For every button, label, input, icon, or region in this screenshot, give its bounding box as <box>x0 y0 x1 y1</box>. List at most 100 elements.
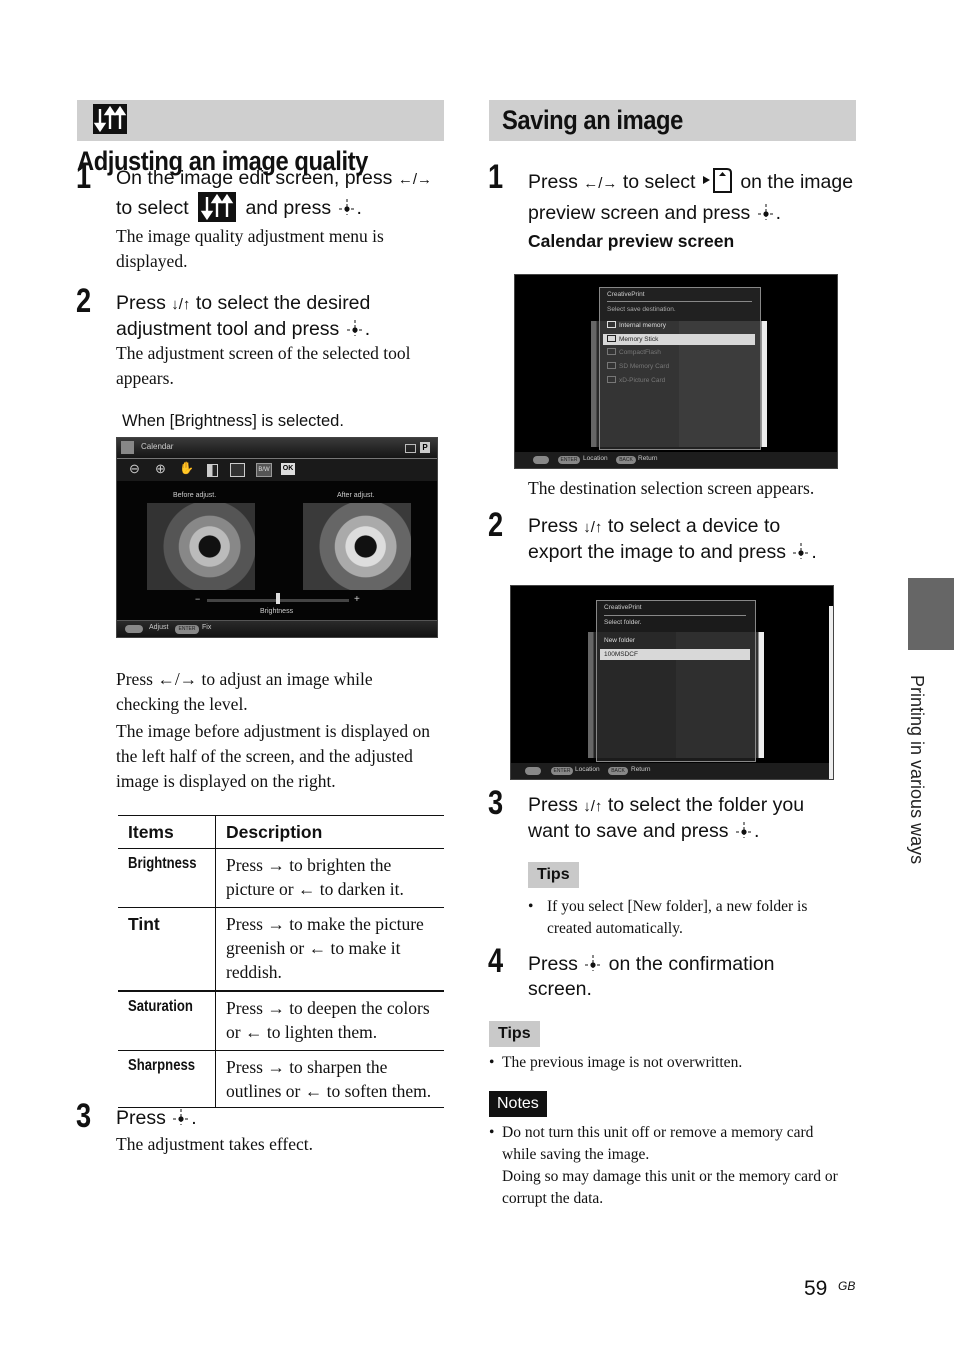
dialog-divider <box>604 615 746 616</box>
adjust-explanation: The image before adjustment is displayed… <box>116 721 430 791</box>
table-cell-item: Sharpness <box>118 1050 216 1108</box>
quality-icon[interactable] <box>230 463 245 477</box>
save-to-card-icon <box>701 166 735 201</box>
step-instruction: Press . <box>116 1106 197 1131</box>
footer-location: Location <box>583 455 608 462</box>
back-key-badge: BACK <box>616 456 636 464</box>
storage-icon <box>607 348 616 356</box>
footer-location: Location <box>575 766 600 773</box>
table-row: Tint Press → to make the picture greenis… <box>118 907 444 991</box>
tip-text: The previous image is not overwritten. <box>502 1054 743 1071</box>
table-row: Sharpness Press → to sharpen the outline… <box>118 1050 444 1108</box>
section-title: Saving an image <box>502 105 683 135</box>
tips-badge: Tips <box>489 1021 540 1047</box>
brightness-slider-handle[interactable] <box>276 593 280 604</box>
image-quality-icon <box>93 103 127 134</box>
instr-text: Press <box>116 292 172 314</box>
down-up-arrow-icon: ↓/↑ <box>171 296 191 313</box>
bw-icon[interactable]: B/W <box>256 463 272 477</box>
dialog-option[interactable]: 100MSDCF <box>600 649 750 660</box>
enter-button-icon <box>345 318 365 338</box>
option-label: CompactFlash <box>619 349 661 357</box>
adjustment-items-table: Items Description Brightness Press → to … <box>118 815 444 1108</box>
adjust-instruction: Press ←/→ to adjust an image while check… <box>116 669 373 714</box>
dialog-option[interactable]: Internal memory <box>603 320 755 331</box>
footer-return: Return <box>631 766 651 773</box>
screen-caption: When [Brightness] is selected. <box>122 412 344 430</box>
table-row: Brightness Press → to brighten the pictu… <box>118 848 444 908</box>
instr-text: Press <box>528 515 584 537</box>
instr-text: Press <box>528 953 584 975</box>
dialog-prompt: Select folder. <box>604 619 642 626</box>
enter-button-icon <box>583 953 603 973</box>
dialog-option[interactable]: Memory Stick <box>603 333 755 345</box>
image-quality-icon <box>198 192 237 222</box>
up-down-key-icon <box>533 456 549 464</box>
enter-key-badge: ENTER <box>551 767 573 775</box>
before-label: Before adjust. <box>173 492 217 499</box>
tip-bullet: • The previous image is not overwritten. <box>489 1052 849 1074</box>
step-instruction: On the image edit screen, press ←/→ to s… <box>116 166 456 222</box>
instr-text: Press <box>528 794 584 816</box>
enter-button-icon <box>791 541 811 561</box>
instr-text: to select the desired <box>190 292 371 314</box>
down-up-arrow-icon: ↓/↑ <box>583 519 603 536</box>
section-header-saving: Saving an image <box>489 100 856 141</box>
step-instruction: Press ↓/↑ to select a device to export t… <box>528 514 868 565</box>
option-label: Memory Stick <box>619 335 659 343</box>
instr-text: adjustment tool and press <box>116 318 345 340</box>
footer-fix: Fix <box>202 624 212 631</box>
screen-footer: ENTER Location BACK Return <box>511 763 829 779</box>
calendar-thumb-icon <box>121 441 134 454</box>
instr-text: Press <box>528 171 584 193</box>
option-label: SD Memory Card <box>619 363 670 371</box>
rotate-icon[interactable] <box>207 464 218 477</box>
step-description: The adjustment takes effect. <box>116 1134 313 1154</box>
enter-button-icon <box>171 1107 191 1127</box>
dialog-title: CreativePrint <box>604 604 642 611</box>
chapter-tab <box>908 578 954 650</box>
tip-text: If you select [New folder], a new folder… <box>547 898 808 937</box>
zoom-in-icon[interactable]: ⊕ <box>155 461 166 477</box>
instr-text: . <box>356 197 362 219</box>
footer-adjust: Adjust <box>149 624 169 631</box>
zoom-out-icon[interactable]: ⊖ <box>129 461 140 477</box>
instr-text: preview screen and press <box>528 202 756 224</box>
table-cell-desc: Press → to sharpen the outlines or ← to … <box>226 1057 432 1101</box>
dialog-prompt: Select save destination. <box>607 306 676 313</box>
enter-key-badge: ENTER <box>175 625 199 634</box>
dialog-option[interactable]: CompactFlash <box>603 347 755 358</box>
dialog-option[interactable]: New folder <box>600 635 750 646</box>
dialog-title: CreativePrint <box>607 291 645 298</box>
instr-text: . <box>191 1107 197 1129</box>
table-cell-desc: Press → to make the picture greenish or … <box>226 914 424 982</box>
down-up-arrow-icon: ↓/↑ <box>583 798 603 815</box>
step-number: 4 <box>488 942 504 980</box>
dialog-option[interactable]: SD Memory Card <box>603 361 755 372</box>
instr-text: to select a device to <box>602 515 781 537</box>
table-header: Description <box>226 822 323 842</box>
option-label: New folder <box>604 637 636 644</box>
ok-icon[interactable]: OK <box>281 463 295 475</box>
instr-text: on the confirmation <box>603 953 775 975</box>
step-description: The destination selection screen appears… <box>528 478 815 498</box>
enter-key-badge: ENTER <box>558 456 580 464</box>
option-label: 100MSDCF <box>604 651 638 658</box>
note-bullet: • Do not turn this unit off or remove a … <box>489 1122 859 1210</box>
hand-icon[interactable]: ✋ <box>179 461 194 475</box>
before-image <box>147 503 255 590</box>
save-destination-screen: CreativePrint Select save destination. I… <box>514 274 838 469</box>
screen-title: Calendar <box>141 442 174 451</box>
table-cell-desc: Press → to deepen the colors or ← to lig… <box>226 998 430 1042</box>
dialog-panel: CreativePrint Select save destination. I… <box>599 287 761 450</box>
note-text: Doing so may damage this unit or the mem… <box>502 1168 838 1207</box>
instr-text: Press <box>116 1107 172 1129</box>
step-number: 1 <box>488 158 504 196</box>
notes-badge: Notes <box>489 1091 547 1117</box>
storage-icon <box>607 362 616 370</box>
dialog-option[interactable]: xD-Picture Card <box>603 375 755 386</box>
step-number: 2 <box>76 282 92 320</box>
screen-title-bar: Calendar P <box>117 438 437 459</box>
left-right-arrow-icon: ←/→ <box>397 171 432 188</box>
screen-footer: Adjust ENTER Fix <box>117 620 437 637</box>
